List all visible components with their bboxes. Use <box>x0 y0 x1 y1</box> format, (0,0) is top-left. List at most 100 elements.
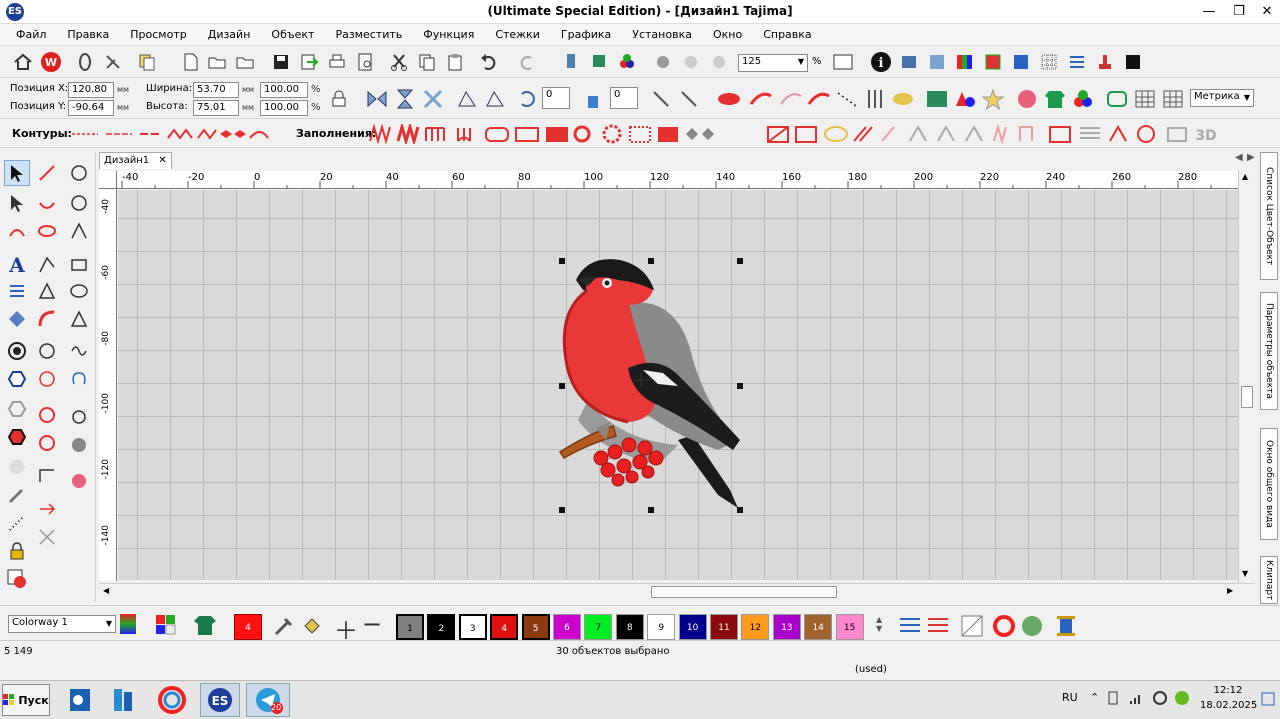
thread-color-swatch[interactable]: 14 <box>804 614 833 640</box>
hoop-settings-icon[interactable] <box>1008 49 1034 75</box>
star-icon[interactable] <box>980 86 1006 112</box>
menu-design[interactable]: Дизайн <box>208 28 251 41</box>
thread-spool-icon[interactable] <box>1054 614 1078 641</box>
connector-icon[interactable] <box>34 462 60 488</box>
tab-design1[interactable]: Дизайн1 ✕ <box>99 152 172 169</box>
arc-tool-icon[interactable] <box>34 190 60 216</box>
puff-icon[interactable] <box>66 402 92 428</box>
vertical-scroll-thumb[interactable] <box>1241 386 1253 408</box>
color-sphere-icon[interactable] <box>1020 614 1044 641</box>
thread-color-swatch[interactable]: 7 <box>584 614 613 640</box>
scroll-left-icon[interactable]: ◀ <box>103 586 109 595</box>
contour-types-strip[interactable] <box>70 126 270 142</box>
trueview-icon[interactable] <box>678 49 704 75</box>
menu-help[interactable]: Справка <box>763 28 811 41</box>
lock-icon[interactable] <box>4 538 30 564</box>
motif-fill-icon[interactable] <box>34 402 60 428</box>
slant-angle-input[interactable]: 0 <box>610 87 638 109</box>
display-settings-icon[interactable] <box>830 49 856 75</box>
thread-color-swatch[interactable]: 12 <box>741 614 770 640</box>
remove-overlaps-icon[interactable] <box>34 366 60 392</box>
knife-tool-icon[interactable] <box>4 306 30 332</box>
thread-color-swatch[interactable]: 6 <box>553 614 581 640</box>
taskbar-app-telegram-icon[interactable]: 20 <box>246 683 290 717</box>
hexagon-tool-icon[interactable] <box>4 366 30 392</box>
skew-alt-icon[interactable] <box>482 86 508 112</box>
units-select[interactable]: Метрика ▼ <box>1190 89 1254 107</box>
distribute-icon[interactable] <box>676 86 702 112</box>
curve-points-icon[interactable] <box>834 86 860 112</box>
tab-scroll-right-icon[interactable]: ▶ <box>1247 152 1255 163</box>
radial-fill-icon[interactable] <box>34 430 60 456</box>
wave-tool-icon[interactable] <box>66 338 92 364</box>
new-file-icon[interactable] <box>178 49 204 75</box>
minimize-button[interactable]: — <box>1196 2 1222 22</box>
digitize-open-icon[interactable] <box>34 252 60 278</box>
menu-window[interactable]: Окно <box>713 28 742 41</box>
picture-icon[interactable] <box>924 86 950 112</box>
table-grid-alt-icon[interactable] <box>1160 86 1186 112</box>
bullfinch-embroidery[interactable] <box>118 190 1238 580</box>
no-color-icon[interactable] <box>960 614 984 641</box>
taskbar-app-embroidery-icon[interactable]: ES <box>200 683 240 717</box>
tab-object-properties[interactable]: Параметры объекта <box>1260 292 1278 410</box>
width-input[interactable]: 53.70 <box>193 82 239 98</box>
palette-scroll-icon[interactable]: ▲ ▼ <box>876 615 882 633</box>
machine-send-icon[interactable] <box>558 49 584 75</box>
select-arrow-icon[interactable] <box>4 160 30 186</box>
horizontal-scroll-thumb[interactable] <box>651 586 837 598</box>
palette-tools-icon[interactable] <box>898 615 922 638</box>
start-button[interactable]: Пуск <box>2 684 50 716</box>
fill-types-strip[interactable] <box>368 124 748 144</box>
stamp-icon[interactable] <box>1092 49 1118 75</box>
chenille-icon[interactable] <box>66 468 92 494</box>
vertical-scrollbar[interactable]: ▲ ▼ <box>1238 171 1255 583</box>
ellipse-tool-icon[interactable] <box>34 218 60 244</box>
pos-y-input[interactable]: -90.64 <box>68 100 114 116</box>
taskbar-app-files-icon[interactable] <box>108 684 142 716</box>
circle-tool-icon[interactable] <box>66 278 92 304</box>
menu-setup[interactable]: Установка <box>632 28 692 41</box>
contour-shape-icon[interactable] <box>778 86 804 112</box>
paste-icon[interactable] <box>442 49 468 75</box>
rectangle-tool-icon[interactable] <box>66 252 92 278</box>
open-folder-icon[interactable] <box>204 49 230 75</box>
close-button[interactable]: ✕ <box>1254 2 1280 22</box>
thread-color-swatch[interactable]: 10 <box>678 614 707 640</box>
target-tool-icon[interactable] <box>4 338 30 364</box>
print-preview-icon[interactable] <box>352 49 378 75</box>
stitch-player-icon[interactable] <box>100 49 126 75</box>
menu-object[interactable]: Объект <box>271 28 314 41</box>
stitch-simulator-icon[interactable] <box>650 49 676 75</box>
thread-color-swatch[interactable]: 11 <box>710 614 738 640</box>
show-desktop-icon[interactable] <box>1260 691 1276 710</box>
cut-icon[interactable] <box>386 49 412 75</box>
tray-expand-icon[interactable]: ⌃ <box>1090 691 1099 704</box>
taskbar-app-outlook-icon[interactable] <box>64 684 98 716</box>
selection-handle[interactable] <box>648 258 654 264</box>
thread-color-swatch[interactable]: 15 <box>835 614 864 640</box>
pen-tool-icon[interactable] <box>4 482 30 508</box>
add-color-icon[interactable]: ＋ <box>334 611 358 646</box>
scroll-right-icon[interactable]: ▶ <box>1227 586 1233 595</box>
mirror-diagonal-icon[interactable] <box>420 86 446 112</box>
rotate-tool-icon[interactable] <box>66 160 92 186</box>
fish-icon[interactable] <box>890 86 916 112</box>
horizontal-scrollbar[interactable]: ◀ ▶ <box>99 583 1255 600</box>
scroll-down-icon[interactable]: ▼ <box>1242 569 1248 578</box>
open-recent-icon[interactable] <box>232 49 258 75</box>
scale-width-input[interactable]: 100.00 <box>260 82 308 98</box>
wilcom-logo-icon[interactable]: W <box>38 49 64 75</box>
node-select-icon[interactable] <box>4 190 30 216</box>
proportional-lock-icon[interactable] <box>326 86 352 112</box>
rotate-icon[interactable] <box>514 86 540 112</box>
color-blend-icon[interactable] <box>4 566 30 592</box>
selection-handle[interactable] <box>559 258 565 264</box>
thread-chart-icon[interactable] <box>120 614 136 634</box>
branch-tool-icon[interactable] <box>66 218 92 244</box>
remove-color-icon[interactable]: − <box>362 610 382 638</box>
fork-icon[interactable] <box>862 86 888 112</box>
scroll-up-icon[interactable]: ▲ <box>1242 172 1248 181</box>
undo-icon[interactable] <box>476 49 502 75</box>
menu-stitches[interactable]: Стежки <box>495 28 540 41</box>
